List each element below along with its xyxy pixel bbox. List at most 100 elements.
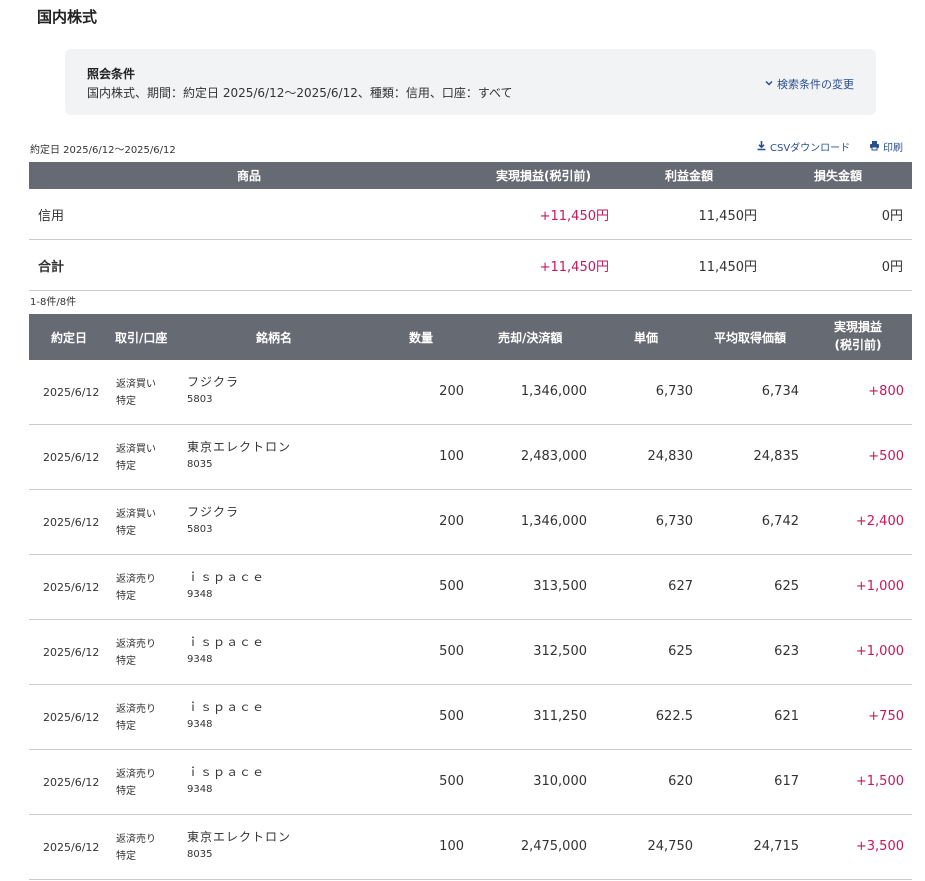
table-row: 2025/6/12 返済買い 特定 フジクラ 5803 200 1,346,000 6,730… [29, 360, 912, 425]
settlement-amount: 310,000 [533, 774, 587, 789]
account-type: 特定 [116, 721, 136, 732]
avg-acquisition-price: 621 [774, 709, 799, 724]
stock-code: 9348 [187, 719, 213, 730]
header-amount: 売却/決済額 [498, 331, 563, 345]
realized-pl: +500 [868, 449, 904, 464]
realized-pl: +3,500 [855, 839, 904, 854]
trade-type: 返済売り [116, 574, 156, 585]
header-pl: 実現損益 (税引前) [834, 318, 882, 354]
stock-code: 9348 [187, 589, 213, 600]
avg-acquisition-price: 625 [774, 579, 799, 594]
trade-date: 2025/6/12 [43, 581, 100, 594]
summary-header: 商品 実現損益(税引前) 利益金額 損失金額 [29, 162, 912, 189]
trade-account-cell: 返済売り 特定 [116, 766, 156, 800]
date-range: 約定日 2025/6/12〜2025/6/12 [30, 145, 176, 156]
realized-pl: +1,000 [855, 579, 904, 594]
stock-code: 5803 [187, 394, 213, 405]
unit-price: 6,730 [655, 384, 693, 399]
header-avg: 平均取得価額 [714, 331, 787, 345]
trade-account-cell: 返済売り 特定 [116, 701, 156, 735]
detail-body: 2025/6/12 返済買い 特定 フジクラ 5803 200 1,346,000 6,730… [29, 360, 912, 880]
trade-date: 2025/6/12 [43, 841, 100, 854]
realized-pl: +750 [868, 709, 904, 724]
header-realized: 実現損益(税引前) [496, 169, 591, 183]
unit-price: 24,750 [647, 839, 694, 854]
table-row: 2025/6/12 返済売り特定 ｉｓｐａｃｅ 9348 500 311,250 622.5… [29, 685, 912, 750]
stock-code: 8035 [187, 849, 213, 860]
summary-product: 信用 [38, 209, 65, 224]
quantity: 200 [439, 384, 464, 399]
trade-type: 返済売り [116, 769, 156, 780]
summary-total-profit: 11,450円 [698, 260, 758, 275]
quantity: 500 [439, 579, 464, 594]
header-loss: 損失金額 [814, 169, 863, 183]
quantity: 500 [439, 709, 464, 724]
avg-acquisition-price: 623 [774, 644, 799, 659]
unit-price: 620 [668, 774, 693, 789]
trade-type: 返済売り [116, 834, 156, 845]
stock-name: ｉｓｐａｃｅ [187, 570, 266, 584]
quantity: 500 [439, 774, 464, 789]
table-row: 2025/6/12 返済売り 特定 ｉｓｐａｃｅ 9348 500 313,500 627 62… [29, 555, 912, 620]
download-icon [756, 140, 767, 154]
avg-acquisition-price: 24,835 [753, 449, 800, 464]
quantity: 500 [439, 644, 464, 659]
summary-realized: +11,450円 [539, 209, 609, 224]
trade-type: 返済買い [116, 444, 156, 455]
summary-profit: 11,450円 [698, 209, 758, 224]
unit-price: 627 [668, 579, 693, 594]
print-label: 印刷 [883, 143, 903, 154]
condition-title: 照会条件 [87, 67, 136, 81]
unit-price: 625 [668, 644, 693, 659]
stock-code: 9348 [187, 654, 213, 665]
header-profit: 利益金額 [665, 169, 714, 183]
account-type: 特定 [116, 656, 136, 667]
avg-acquisition-price: 24,715 [753, 839, 800, 854]
stock-name: 東京エレクトロン [187, 830, 292, 844]
quantity: 100 [439, 449, 464, 464]
page-title: 国内株式 [37, 8, 98, 26]
header-name: 銘柄名 [256, 331, 293, 345]
trade-account-cell: 返済買い 特定 [116, 376, 156, 410]
summary-table: 商品 実現損益(税引前) 利益金額 損失金額 信用 +11,450円 11,45… [29, 162, 912, 291]
stock-code: 9348 [187, 784, 213, 795]
stock-name: ｉｓｐａｃｅ [187, 700, 266, 714]
header-trade: 取引/口座 [115, 331, 168, 345]
trade-account-cell: 返済売り 特定 [116, 571, 156, 605]
trade-type: 返済買い [116, 379, 156, 390]
stock-name: ｉｓｐａｃｅ [187, 765, 266, 779]
avg-acquisition-price: 617 [774, 774, 799, 789]
csv-download-link[interactable]: CSVダウンロード [756, 139, 850, 154]
stock-name: ｉｓｐａｃｅ [187, 635, 266, 649]
realized-pl: +1,000 [855, 644, 904, 659]
summary-loss: 0円 [881, 209, 903, 224]
summary-row-margin: 信用 +11,450円 11,450円 0円 [29, 189, 912, 240]
print-link[interactable]: 印刷 [869, 139, 903, 154]
account-type: 特定 [116, 851, 136, 862]
unit-price: 622.5 [655, 709, 693, 724]
trade-account-cell: 返済買い 特定 [116, 441, 156, 475]
summary-total-loss: 0円 [881, 260, 903, 275]
trade-date: 2025/6/12 [43, 711, 100, 724]
header-pl-line2: (税引前) [834, 338, 882, 352]
stock-name: 東京エレクトロン [187, 440, 292, 454]
change-condition-link[interactable]: 検索条件の変更 [764, 76, 854, 92]
csv-download-label: CSVダウンロード [770, 143, 851, 154]
header-price: 単価 [634, 331, 659, 345]
settlement-amount: 1,346,000 [520, 384, 587, 399]
account-type: 特定 [116, 461, 136, 472]
account-type: 特定 [116, 786, 136, 797]
change-condition-label: 検索条件の変更 [777, 78, 854, 91]
trade-type: 返済買い [116, 509, 156, 520]
header-qty: 数量 [409, 331, 434, 345]
account-type: 特定 [116, 396, 136, 407]
trade-date: 2025/6/12 [43, 451, 100, 464]
header-product: 商品 [237, 169, 262, 183]
settlement-amount: 311,250 [533, 709, 587, 724]
trade-type: 返済売り [116, 704, 156, 715]
header-date: 約定日 [51, 331, 88, 345]
trade-account-cell: 返済売り 特定 [116, 636, 156, 670]
quantity: 100 [439, 839, 464, 854]
table-row: 2025/6/12 返済売り 特定 東京エレクトロン 8035 100 2,475,000 2… [29, 815, 912, 880]
trade-date: 2025/6/12 [43, 386, 100, 399]
